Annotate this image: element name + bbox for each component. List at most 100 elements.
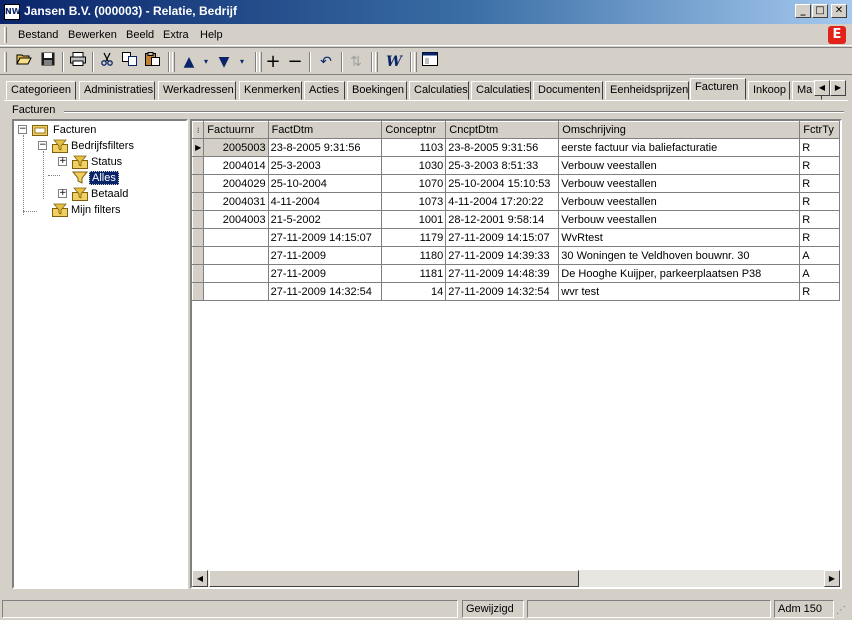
column-header-cncptdtm[interactable]: CncptDtm — [445, 121, 560, 139]
cell-factuurnr[interactable]: 2004031 — [203, 192, 269, 211]
row-selector[interactable] — [192, 228, 205, 247]
cell-fctrty[interactable]: R — [799, 192, 840, 211]
tab-administraties[interactable]: Administraties — [79, 81, 155, 100]
print-icon[interactable] — [67, 52, 89, 72]
cell-omschrijving[interactable]: Verbouw veestallen — [558, 156, 801, 175]
cell-factuurnr[interactable] — [203, 246, 269, 265]
cell-factdtm[interactable]: 25-3-2003 — [268, 156, 383, 175]
cell-omschrijving[interactable]: wvr test — [558, 282, 801, 301]
tab-calculaties[interactable]: Calculaties — [409, 81, 469, 100]
save-icon[interactable] — [37, 52, 59, 72]
cut-icon[interactable] — [96, 52, 118, 72]
cell-cncptdtm[interactable]: 25-3-2003 8:51:33 — [445, 156, 560, 175]
refresh-icon[interactable]: ⇅ — [345, 52, 367, 72]
cell-conceptnr[interactable]: 14 — [381, 282, 447, 301]
menu-bewerken[interactable]: Bewerken — [68, 29, 117, 41]
cell-factuurnr[interactable]: 2004029 — [203, 174, 269, 193]
scroll-right-icon[interactable]: ▶ — [824, 570, 840, 587]
cell-factdtm[interactable]: 27-11-2009 14:32:54 — [268, 282, 383, 301]
row-selector[interactable] — [192, 264, 205, 283]
cell-factdtm[interactable]: 25-10-2004 — [268, 174, 383, 193]
cell-conceptnr[interactable]: 1180 — [381, 246, 447, 265]
tab-scroll-right-icon[interactable]: ▶ — [830, 80, 846, 96]
collapse-root-icon[interactable]: − — [18, 125, 27, 134]
current-row-indicator-icon[interactable]: ▶ — [192, 138, 205, 157]
table-row[interactable]: 27-11-2009 1180 27-11-2009 14:39:33 30 Woni… — [192, 246, 840, 265]
row-selector[interactable] — [192, 210, 205, 229]
cell-factdtm[interactable]: 27-11-2009 — [268, 264, 383, 283]
cell-factuurnr[interactable] — [203, 228, 269, 247]
cell-conceptnr[interactable]: 1181 — [381, 264, 447, 283]
copy-icon[interactable] — [119, 52, 141, 72]
cell-conceptnr[interactable]: 1073 — [381, 192, 447, 211]
scroll-thumb[interactable] — [209, 570, 579, 587]
tab-kenmerken[interactable]: Kenmerken — [239, 81, 302, 100]
cell-factdtm[interactable]: 4-11-2004 — [268, 192, 383, 211]
cell-omschrijving[interactable]: eerste factuur via baliefacturatie — [558, 138, 801, 157]
tab-inkoop[interactable]: Inkoop — [748, 81, 790, 100]
row-selector[interactable] — [192, 192, 205, 211]
cell-omschrijving[interactable]: Verbouw veestallen — [558, 192, 801, 211]
expand-betaald-icon[interactable]: + — [58, 189, 67, 198]
cell-cncptdtm[interactable]: 4-11-2004 17:20:22 — [445, 192, 560, 211]
cell-factuurnr[interactable] — [203, 264, 269, 283]
cell-omschrijving[interactable]: De Hooghe Kuijper, parkeerplaatsen P38 — [558, 264, 801, 283]
cell-fctrty[interactable]: A — [799, 246, 840, 265]
tree-betaald[interactable]: Betaald — [91, 186, 128, 202]
cell-conceptnr[interactable]: 1030 — [381, 156, 447, 175]
cell-cncptdtm[interactable]: 27-11-2009 14:15:07 — [445, 228, 560, 247]
cell-factuurnr[interactable]: 2004003 — [203, 210, 269, 229]
tab-documenten[interactable]: Documenten — [533, 81, 603, 100]
grid-corner-icon[interactable]: ⁝ — [192, 121, 205, 139]
close-button[interactable]: ✕ — [831, 4, 847, 18]
tab-werkadressen[interactable]: Werkadressen — [158, 81, 236, 100]
cell-conceptnr[interactable]: 1179 — [381, 228, 447, 247]
add-icon[interactable]: + — [262, 52, 284, 72]
table-row[interactable]: 2004031 4-11-2004 1073 4-11-2004 17:20:22 Ve… — [192, 192, 840, 211]
open-icon[interactable] — [13, 52, 35, 72]
cell-fctrty[interactable]: R — [799, 138, 840, 157]
cell-factdtm[interactable]: 27-11-2009 — [268, 246, 383, 265]
expand-status-icon[interactable]: + — [58, 157, 67, 166]
row-selector[interactable] — [192, 174, 205, 193]
cell-factdtm[interactable]: 27-11-2009 14:15:07 — [268, 228, 383, 247]
maximize-button[interactable]: □ — [812, 4, 828, 18]
resize-grip-icon[interactable]: ⋰ — [836, 604, 850, 618]
cell-fctrty[interactable]: R — [799, 210, 840, 229]
dropdown-icon-2[interactable]: ▾ — [231, 52, 253, 72]
tree-status[interactable]: Status — [91, 154, 122, 170]
menu-extra[interactable]: Extra — [163, 29, 189, 41]
cell-fctrty[interactable]: R — [799, 282, 840, 301]
cell-cncptdtm[interactable]: 27-11-2009 14:48:39 — [445, 264, 560, 283]
cell-factuurnr[interactable]: 2005003 — [203, 138, 269, 157]
tree-mijn-filters[interactable]: Mijn filters — [71, 202, 121, 218]
column-header-conceptnr[interactable]: Conceptnr — [381, 121, 447, 139]
cell-conceptnr[interactable]: 1001 — [381, 210, 447, 229]
cell-factuurnr[interactable]: 2004014 — [203, 156, 269, 175]
row-selector[interactable] — [192, 156, 205, 175]
cell-cncptdtm[interactable]: 27-11-2009 14:32:54 — [445, 282, 560, 301]
row-selector[interactable] — [192, 282, 205, 301]
tab-facturen[interactable]: Facturen — [690, 78, 746, 100]
cell-factuurnr[interactable] — [203, 282, 269, 301]
tab-eenheidsprijzen[interactable]: Eenheidsprijzen — [605, 81, 689, 100]
table-row[interactable]: 27-11-2009 1181 27-11-2009 14:48:39 De Hoog… — [192, 264, 840, 283]
menu-beeld[interactable]: Beeld — [126, 29, 154, 41]
cell-cncptdtm[interactable]: 23-8-2005 9:31:56 — [445, 138, 560, 157]
table-row[interactable]: 2004029 25-10-2004 1070 25-10-2004 15:10:53… — [192, 174, 840, 193]
app-icon[interactable]: NW — [4, 4, 21, 20]
cell-omschrijving[interactable]: Verbouw veestallen — [558, 210, 801, 229]
column-header-omschrijving[interactable]: Omschrijving — [558, 121, 801, 139]
menu-help[interactable]: Help — [200, 29, 223, 41]
table-row[interactable]: ▶ 2005003 23-8-2005 9:31:56 1103 23-8-2005 9… — [192, 138, 840, 157]
paste-icon[interactable] — [142, 52, 164, 72]
table-row[interactable]: 2004003 21-5-2002 1001 28-12-2001 9:58:14 Ve… — [192, 210, 840, 229]
cell-cncptdtm[interactable]: 27-11-2009 14:39:33 — [445, 246, 560, 265]
remove-icon[interactable]: − — [284, 52, 306, 72]
minimize-button[interactable]: _ — [795, 4, 811, 18]
window-icon[interactable] — [419, 52, 441, 72]
tab-boekingen[interactable]: Boekingen — [347, 81, 407, 100]
cell-omschrijving[interactable]: WvRtest — [558, 228, 801, 247]
cell-fctrty[interactable]: R — [799, 228, 840, 247]
cell-omschrijving[interactable]: Verbouw veestallen — [558, 174, 801, 193]
